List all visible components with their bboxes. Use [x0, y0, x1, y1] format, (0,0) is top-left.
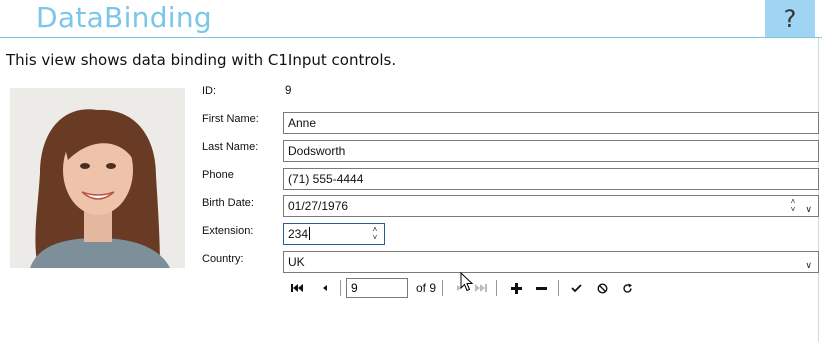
page-number-input[interactable]: 9 [346, 278, 408, 298]
phone-label: Phone [202, 169, 234, 181]
divider [340, 280, 341, 296]
id-value: 9 [285, 85, 292, 97]
birth-date-field[interactable]: 01/27/1976 ˄ ˅ ∨ [283, 195, 819, 217]
last-name-label: Last Name: [202, 141, 259, 153]
phone-value: (71) 555-4444 [288, 172, 364, 186]
first-record-icon[interactable] [288, 278, 306, 298]
first-name-field[interactable]: Anne [283, 112, 819, 134]
refresh-icon[interactable] [618, 278, 636, 298]
mouse-pointer-icon [460, 271, 474, 296]
country-value: UK [288, 255, 305, 269]
checkmark-icon[interactable] [567, 278, 585, 298]
last-name-value: Dodsworth [288, 144, 346, 158]
description-text: This view shows data binding with C1Inpu… [6, 51, 397, 69]
extension-value: 234 [288, 227, 309, 241]
page-total-label: of 9 [415, 281, 436, 295]
previous-record-icon[interactable] [316, 278, 334, 298]
date-spinner[interactable]: ˄ ˅ [788, 197, 798, 215]
birth-date-value: 01/27/1976 [288, 199, 349, 213]
help-button[interactable]: ? [765, 0, 815, 37]
extension-label: Extension: [202, 225, 254, 237]
header-bar: DataBinding ? [0, 0, 822, 38]
cancel-icon[interactable] [593, 278, 611, 298]
last-name-field[interactable]: Dodsworth [283, 140, 819, 162]
country-label: Country: [202, 253, 244, 265]
page-title: DataBinding [36, 1, 212, 34]
extension-field[interactable]: 234 ˄ ˅ [283, 223, 385, 245]
chevron-down-icon: ˅ [372, 233, 378, 242]
question-icon: ? [783, 4, 797, 33]
first-name-value: Anne [288, 116, 317, 130]
country-select[interactable]: UK ∨ [283, 251, 819, 273]
window-edge [818, 38, 819, 342]
text-caret [309, 227, 311, 240]
plus-icon[interactable] [507, 278, 525, 298]
divider [558, 280, 559, 296]
birth-date-label: Birth Date: [202, 197, 254, 209]
chevron-down-icon[interactable]: ∨ [805, 199, 812, 219]
last-record-icon[interactable] [472, 278, 490, 298]
phone-field[interactable]: (71) 555-4444 [283, 168, 819, 190]
chevron-down-icon: ∨ [805, 260, 812, 270]
chevron-down-icon: ˅ [790, 205, 796, 214]
id-label: ID: [202, 85, 217, 97]
employee-photo [10, 88, 185, 268]
first-name-label: First Name: [202, 113, 259, 125]
extension-spinner[interactable]: ˄ ˅ [370, 225, 380, 243]
page-number-value: 9 [351, 281, 358, 295]
minus-icon[interactable] [532, 278, 550, 298]
divider [442, 280, 443, 296]
divider [496, 280, 497, 296]
